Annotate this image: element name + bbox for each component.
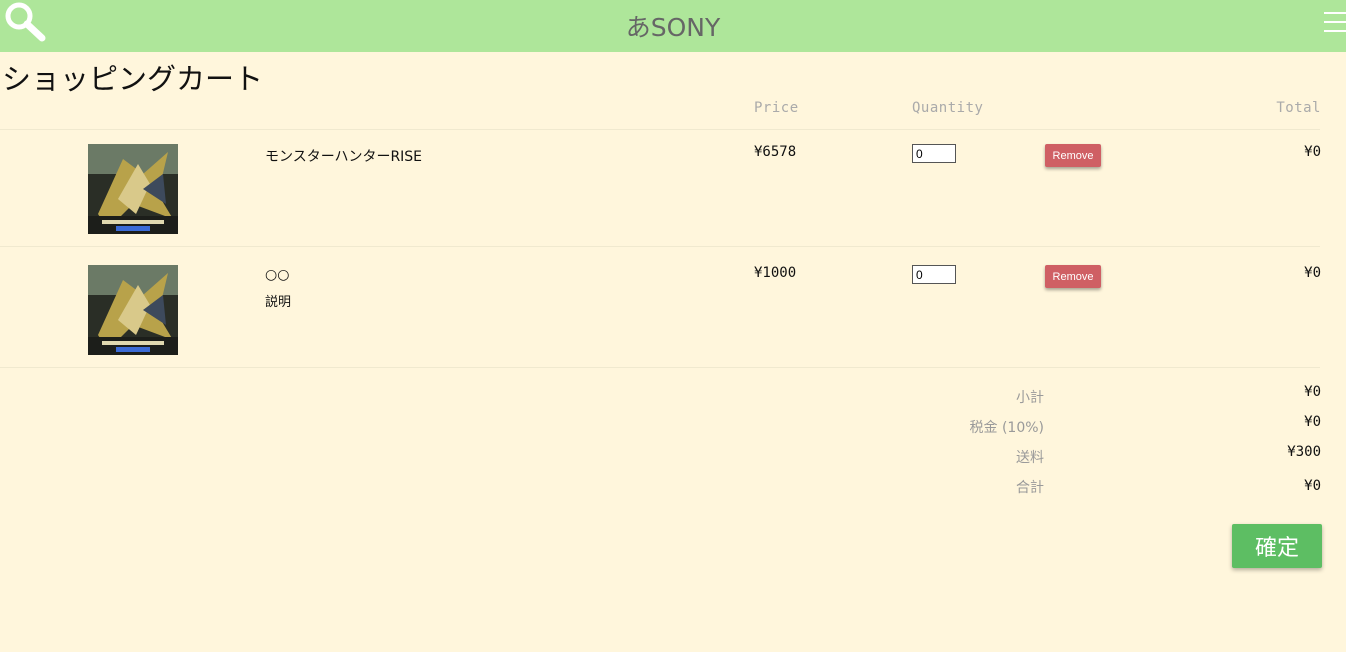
confirm-button[interactable]: 確定: [1232, 524, 1322, 568]
remove-button[interactable]: Remove: [1045, 265, 1101, 288]
subtotal-value: ¥0: [1304, 384, 1321, 400]
column-header-quantity: Quantity: [912, 100, 984, 116]
subtotal-label: 小計: [1016, 390, 1044, 406]
product-price: ¥1000: [754, 265, 797, 281]
grand-total-label: 合計: [1016, 480, 1044, 496]
divider: [0, 246, 1320, 247]
remove-button[interactable]: Remove: [1045, 144, 1101, 167]
top-header: あSONY: [0, 0, 1346, 52]
quantity-input[interactable]: [912, 265, 956, 284]
product-name[interactable]: モンスターハンターRISE: [265, 146, 422, 166]
quantity-input[interactable]: [912, 144, 956, 163]
product-image: [88, 144, 178, 234]
divider: [0, 129, 1320, 130]
line-total: ¥0: [1304, 144, 1321, 160]
product-image: [88, 265, 178, 355]
product-price: ¥6578: [754, 144, 797, 160]
line-total: ¥0: [1304, 265, 1321, 281]
tax-label: 税金 (10%): [969, 420, 1045, 436]
divider: [0, 367, 1320, 368]
hamburger-menu-icon[interactable]: [1324, 12, 1346, 36]
shipping-label: 送料: [1016, 450, 1044, 466]
column-header-price: Price: [754, 100, 799, 116]
shipping-value: ¥300: [1287, 444, 1321, 460]
tax-value: ¥0: [1304, 414, 1321, 430]
page-title: ショッピングカート: [2, 62, 264, 96]
column-header-total: Total: [1276, 100, 1321, 116]
grand-total-value: ¥0: [1304, 478, 1321, 494]
product-description: 説明: [265, 295, 292, 310]
site-brand[interactable]: あSONY: [0, 8, 1346, 44]
product-name[interactable]: ○○: [265, 267, 289, 283]
